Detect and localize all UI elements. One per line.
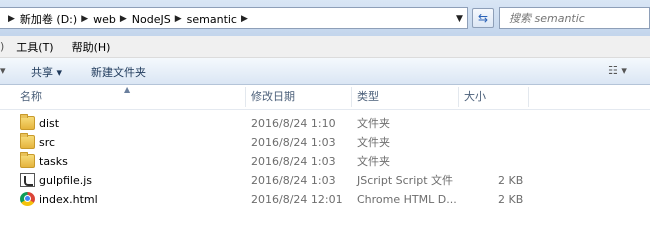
file-modified: 2016/8/24 12:01 <box>251 193 343 206</box>
file-list: dist 2016/8/24 1:10 文件夹 src 2016/8/24 1:… <box>0 114 650 209</box>
file-modified: 2016/8/24 1:10 <box>251 117 336 130</box>
folder-icon <box>20 133 35 149</box>
file-name: src <box>39 136 56 149</box>
search-input[interactable] <box>500 8 649 28</box>
column-divider[interactable] <box>458 87 459 107</box>
chevron-right-icon[interactable]: ▶ <box>81 14 88 24</box>
file-name: dist <box>39 117 60 130</box>
address-history-dropdown-icon[interactable]: ▼ <box>456 14 463 24</box>
file-row-tasks[interactable]: tasks 2016/8/24 1:03 文件夹 <box>0 152 650 171</box>
file-name: index.html <box>39 193 98 206</box>
menu-bar: ) 工具(T) 帮助(H) <box>0 36 650 58</box>
menu-edge-fragment[interactable]: ) <box>0 40 4 53</box>
breadcrumb: ▶ 新加卷 (D:) ▶ web ▶ NodeJS ▶ semantic ▶ <box>4 11 253 27</box>
menu-item-help[interactable]: 帮助(H) <box>72 39 111 55</box>
sort-ascending-icon: ▲ <box>124 85 131 94</box>
column-divider[interactable] <box>351 87 352 107</box>
file-size: 2 KB <box>498 193 524 206</box>
menu-item-tools[interactable]: 工具(T) <box>16 39 53 55</box>
file-type: Chrome HTML D... <box>357 193 457 206</box>
file-name: gulpfile.js <box>39 174 93 187</box>
address-bar-region: ▶ 新加卷 (D:) ▶ web ▶ NodeJS ▶ semantic ▶ ▼… <box>0 0 650 37</box>
jscript-file-icon <box>20 173 35 187</box>
address-bar[interactable]: ▶ 新加卷 (D:) ▶ web ▶ NodeJS ▶ semantic ▶ ▼ <box>0 7 468 29</box>
file-type: 文件夹 <box>357 136 390 149</box>
folder-icon <box>20 114 35 130</box>
file-row-src[interactable]: src 2016/8/24 1:03 文件夹 <box>0 133 650 152</box>
file-type: 文件夹 <box>357 155 390 168</box>
file-modified: 2016/8/24 1:03 <box>251 155 336 168</box>
column-header-name[interactable]: 名称 <box>20 85 42 109</box>
refresh-icon: ⇆ <box>477 11 489 25</box>
refresh-button[interactable]: ⇆ <box>472 8 494 28</box>
file-size: 2 KB <box>498 174 524 187</box>
folder-icon <box>20 152 35 168</box>
column-headers: ▲ 名称 修改日期 类型 大小 <box>0 85 650 110</box>
chevron-right-icon[interactable]: ▶ <box>241 14 248 24</box>
file-row-dist[interactable]: dist 2016/8/24 1:10 文件夹 <box>0 114 650 133</box>
file-row-gulpfile[interactable]: gulpfile.js 2016/8/24 1:03 JScript Scrip… <box>0 171 650 190</box>
column-divider[interactable] <box>245 87 246 107</box>
file-modified: 2016/8/24 1:03 <box>251 174 336 187</box>
chevron-right-icon[interactable]: ▶ <box>175 14 182 24</box>
column-header-type[interactable]: 类型 <box>357 85 379 109</box>
file-type: 文件夹 <box>357 117 390 130</box>
command-bar: ▾ 共享 ▾ 新建文件夹 ☷ ▾ <box>0 58 650 85</box>
chevron-right-icon[interactable]: ▶ <box>8 14 15 24</box>
breadcrumb-item-semantic[interactable]: semantic <box>187 13 237 26</box>
search-box[interactable] <box>499 7 650 29</box>
view-options-icon[interactable]: ☷ ▾ <box>608 64 627 77</box>
column-header-size[interactable]: 大小 <box>464 85 486 109</box>
file-modified: 2016/8/24 1:03 <box>251 136 336 149</box>
breadcrumb-item-nodejs[interactable]: NodeJS <box>132 13 171 26</box>
share-button[interactable]: 共享 ▾ <box>31 64 62 80</box>
file-name: tasks <box>39 155 68 168</box>
chevron-right-icon[interactable]: ▶ <box>120 14 127 24</box>
column-divider[interactable] <box>528 87 529 107</box>
column-header-modified[interactable]: 修改日期 <box>251 85 295 109</box>
chrome-html-icon <box>20 192 35 206</box>
file-type: JScript Script 文件 <box>357 174 454 187</box>
breadcrumb-item-drive[interactable]: 新加卷 (D:) <box>20 11 77 27</box>
file-row-index[interactable]: index.html 2016/8/24 12:01 Chrome HTML D… <box>0 190 650 209</box>
new-folder-button[interactable]: 新建文件夹 <box>91 64 146 80</box>
organize-fragment-icon[interactable]: ▾ <box>0 64 6 77</box>
breadcrumb-item-web[interactable]: web <box>93 13 116 26</box>
